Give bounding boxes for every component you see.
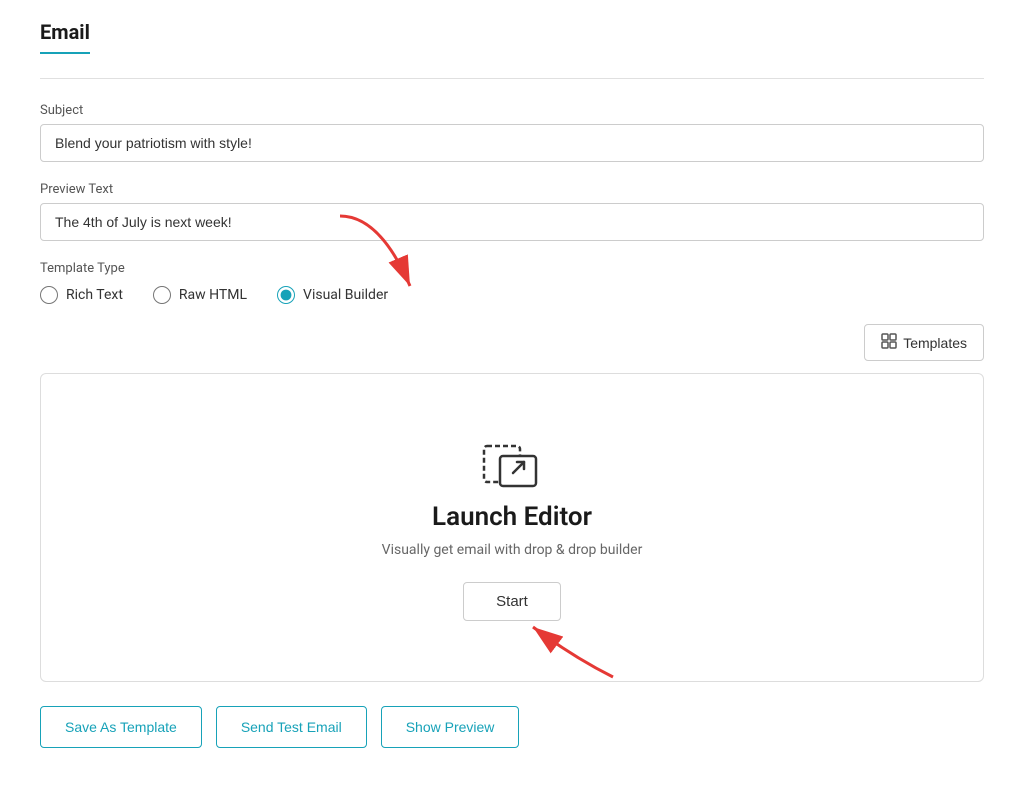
preview-text-input[interactable] [40, 203, 984, 241]
send-test-email-button[interactable]: Send Test Email [216, 706, 367, 748]
start-button[interactable]: Start [463, 582, 561, 621]
page-container: Email Subject Preview Text Template Type… [0, 0, 1024, 788]
save-as-template-button[interactable]: Save As Template [40, 706, 202, 748]
radio-rich-text-label: Rich Text [66, 287, 123, 303]
radio-visual-builder-label: Visual Builder [303, 287, 388, 303]
radio-option-visual-builder[interactable]: Visual Builder [277, 286, 388, 304]
radio-raw-html[interactable] [153, 286, 171, 304]
subject-input[interactable] [40, 124, 984, 162]
launch-editor-icon [480, 434, 544, 502]
templates-button-label: Templates [903, 335, 967, 351]
section-title-wrapper: Email [40, 20, 984, 79]
show-preview-button[interactable]: Show Preview [381, 706, 520, 748]
editor-subtitle: Visually get email with drop & drop buil… [382, 542, 643, 558]
radio-raw-html-label: Raw HTML [179, 287, 247, 303]
editor-box: Launch Editor Visually get email with dr… [40, 373, 984, 682]
editor-title: Launch Editor [432, 502, 592, 532]
template-type-radio-group: Rich Text Raw HTML Visual Builder [40, 286, 984, 304]
preview-text-field-group: Preview Text [40, 182, 984, 241]
templates-button[interactable]: Templates [864, 324, 984, 361]
page-title: Email [40, 20, 90, 54]
template-type-label: Template Type [40, 261, 984, 276]
radio-visual-builder[interactable] [277, 286, 295, 304]
bottom-buttons: Save As Template Send Test Email Show Pr… [40, 706, 984, 748]
radio-option-rich-text[interactable]: Rich Text [40, 286, 123, 304]
radio-option-raw-html[interactable]: Raw HTML [153, 286, 247, 304]
preview-text-label: Preview Text [40, 182, 984, 197]
templates-icon [881, 333, 897, 352]
start-button-wrapper: Start [463, 582, 561, 621]
template-type-section: Template Type Rich Text Raw HTML Visual … [40, 261, 984, 304]
templates-button-row: Templates [40, 324, 984, 361]
subject-label: Subject [40, 103, 984, 118]
radio-rich-text[interactable] [40, 286, 58, 304]
subject-field-group: Subject [40, 103, 984, 162]
